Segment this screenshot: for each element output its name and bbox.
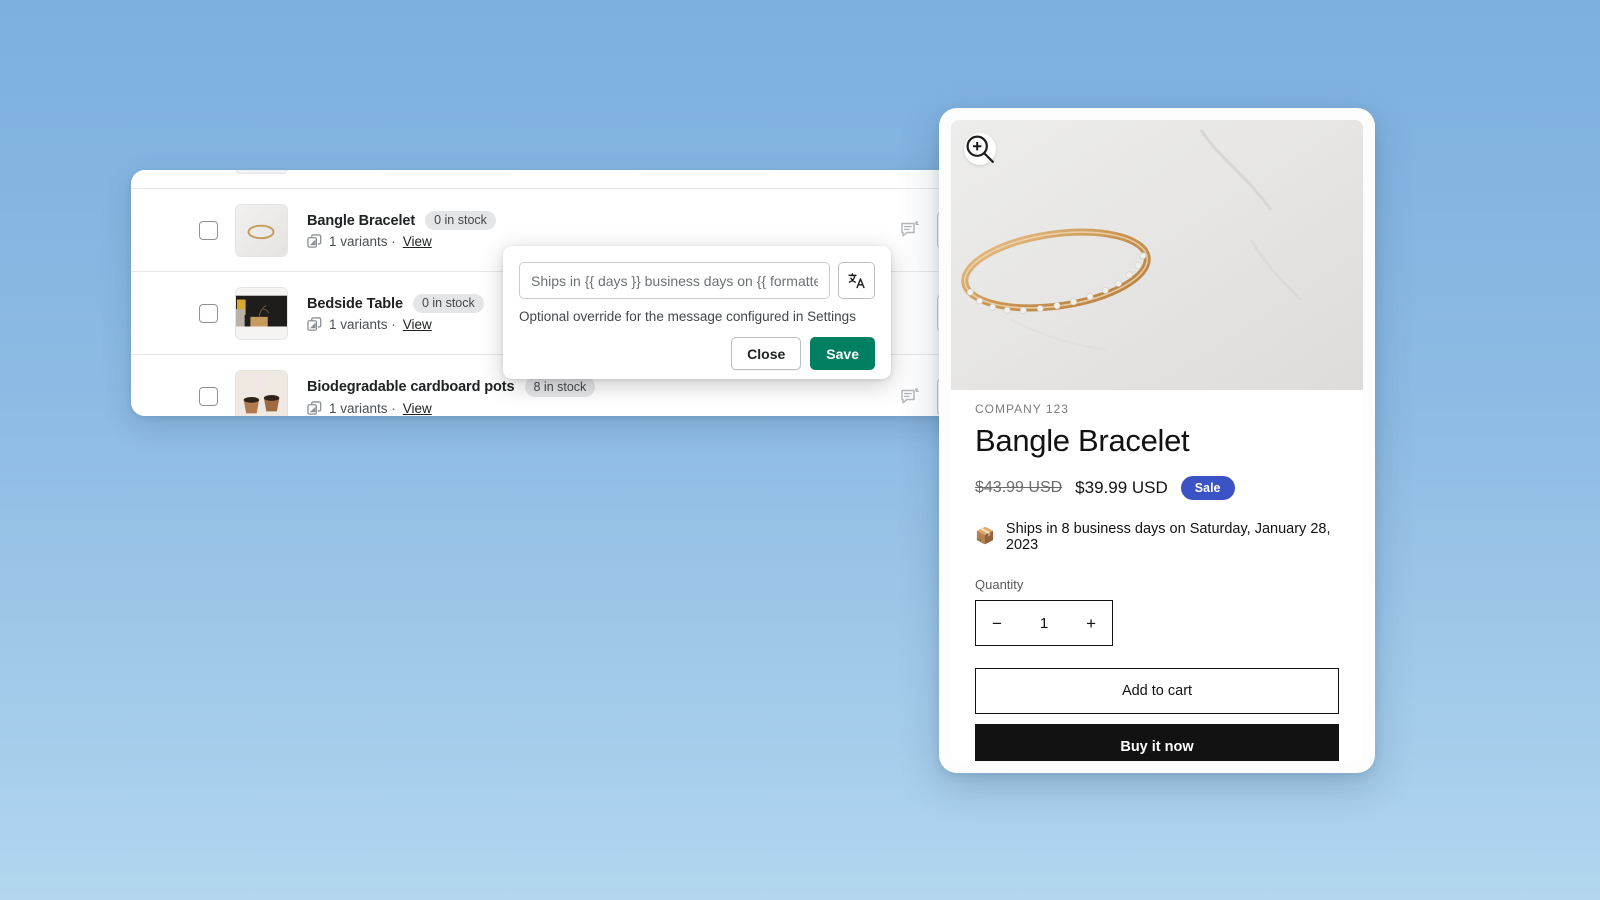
quantity-increase-button[interactable]: + [1086, 615, 1096, 632]
view-link[interactable]: View [403, 401, 432, 416]
row-checkbox[interactable] [199, 387, 218, 406]
product-title: Biodegradable cardboard pots [307, 379, 515, 395]
message-icon[interactable] [899, 386, 921, 408]
product-thumbnail [235, 286, 288, 340]
variants-icon [307, 401, 322, 415]
zoom-in-icon [966, 135, 994, 163]
message-override-input[interactable] [519, 262, 830, 299]
zoom-in-button[interactable] [964, 133, 996, 165]
price-block: $43.99 USD $39.99 USD Sale [975, 476, 1339, 500]
quantity-value: 1 [1039, 614, 1049, 632]
translate-button[interactable] [838, 262, 875, 299]
quantity-stepper[interactable]: − 1 + [975, 600, 1113, 646]
product-vendor: COMPANY 123 [975, 402, 1069, 416]
view-link[interactable]: View [403, 317, 432, 332]
quantity-label: Quantity [975, 577, 1024, 592]
sale-badge: Sale [1180, 476, 1235, 500]
add-to-cart-button[interactable]: Add to cart [975, 668, 1339, 714]
buy-it-now-button[interactable]: Buy it now [975, 724, 1339, 761]
product-info: Bangle Bracelet 0 in stock 1 variants · … [307, 210, 899, 250]
product-title: Bedside Table [307, 295, 403, 312]
price-original: $43.99 USD [975, 479, 1063, 496]
message-icon[interactable] [899, 219, 921, 241]
product-thumbnail [235, 170, 288, 174]
status-badge: 8 in stock [524, 377, 596, 397]
product-thumbnail [235, 370, 288, 416]
variants-icon [307, 234, 322, 249]
quantity-decrease-button[interactable]: − [992, 615, 1002, 632]
variants-count: 1 variants · [329, 400, 396, 416]
row-checkbox[interactable] [199, 220, 218, 240]
storefront-preview-panel: COMPANY 123 Bangle Bracelet $43.99 USD $… [939, 108, 1375, 773]
variants-count: 1 variants · [329, 317, 396, 333]
product-title: Bangle Bracelet [307, 212, 416, 229]
product-thumbnail [235, 203, 288, 257]
shipping-estimate: 📦 Ships in 8 business days on Saturday, … [975, 521, 1339, 553]
price-current: $39.99 USD [1075, 478, 1168, 497]
package-icon: 📦 [975, 528, 995, 545]
shipping-estimate-text: Ships in 8 business days on Saturday, Ja… [1005, 521, 1331, 553]
product-hero-image[interactable] [951, 120, 1363, 390]
product-info: Biodegradable cardboard pots 8 in stock … [307, 377, 899, 416]
status-badge: 0 in stock [425, 210, 496, 231]
message-override-popover: Optional override for the message config… [503, 246, 891, 379]
product-detail: COMPANY 123 Bangle Bracelet $43.99 USD $… [951, 390, 1363, 761]
view-link[interactable]: View [403, 234, 432, 249]
variants-icon [307, 317, 322, 332]
variants-count: 1 variants · [329, 234, 396, 250]
close-button[interactable]: Close [731, 337, 802, 370]
status-badge: 0 in stock [412, 293, 484, 314]
page-title: Bangle Bracelet [975, 423, 1190, 458]
save-button[interactable]: Save [810, 337, 875, 370]
popover-help-text: Optional override for the message config… [519, 309, 856, 324]
translate-icon [848, 273, 865, 289]
row-checkbox[interactable] [199, 303, 218, 323]
